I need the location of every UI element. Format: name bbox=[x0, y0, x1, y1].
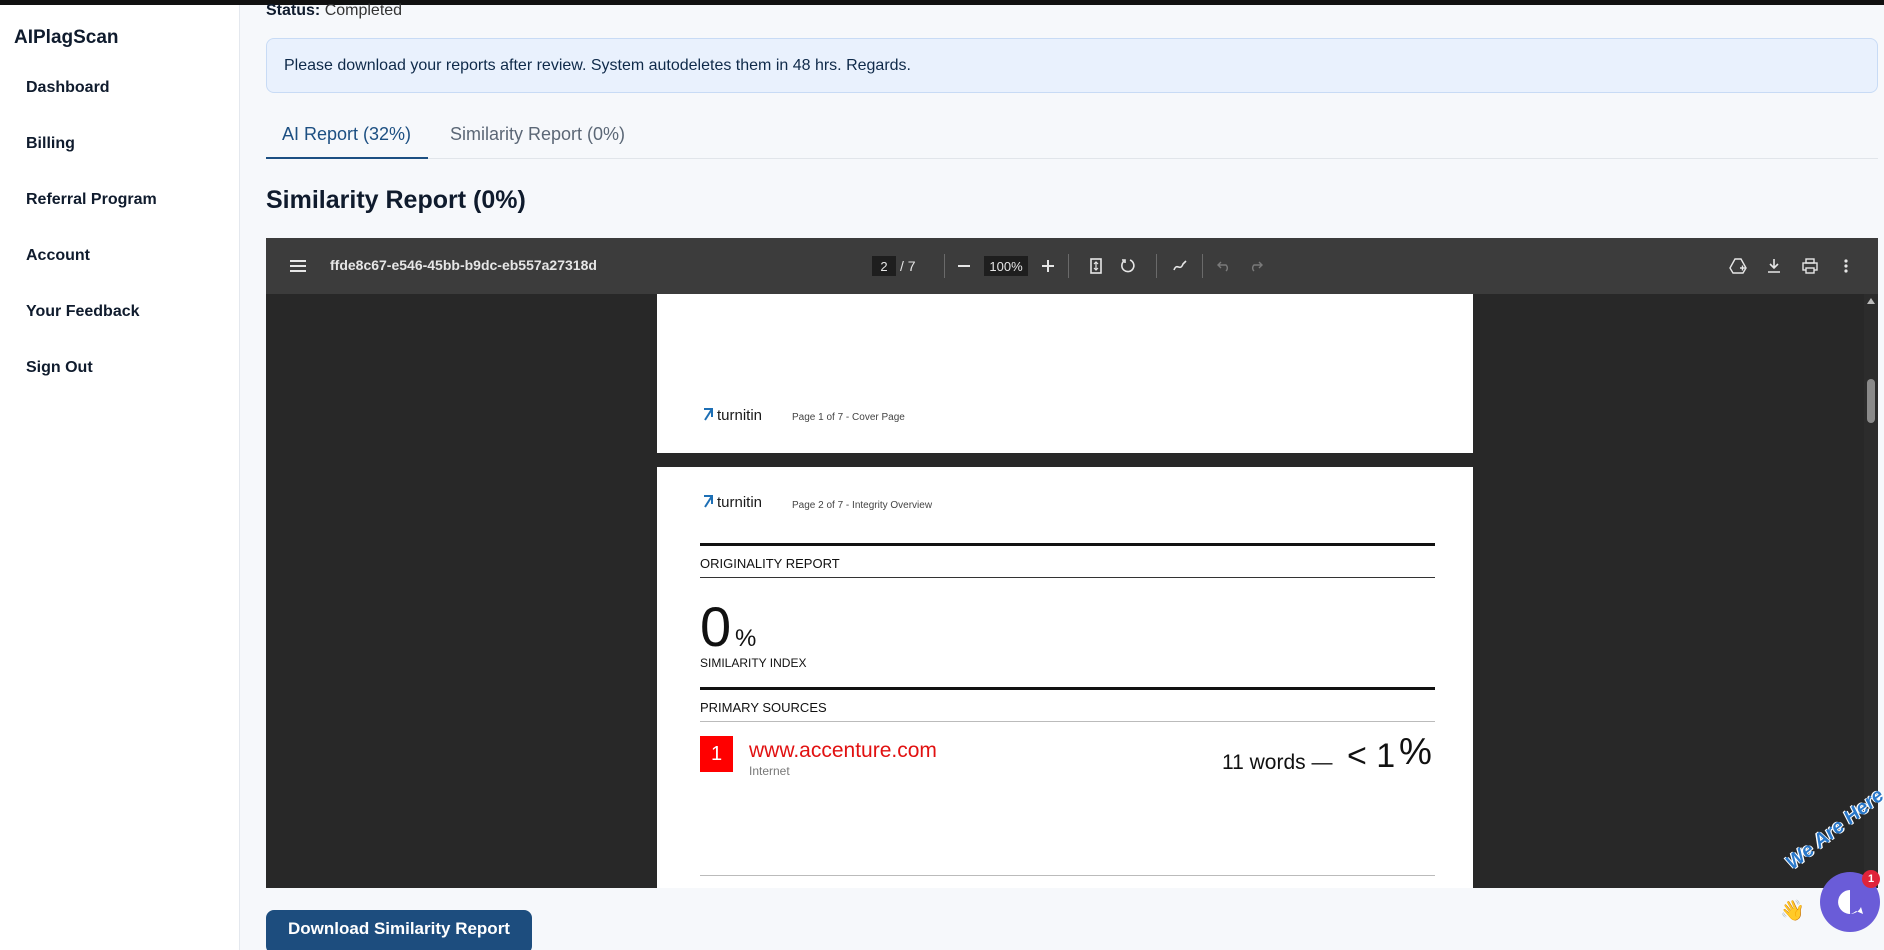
chat-bubble-icon bbox=[1838, 890, 1863, 914]
scroll-up-arrow-icon[interactable] bbox=[1867, 298, 1875, 304]
pdf-page-1: turnitin Page 1 of 7 - Cover Page bbox=[657, 294, 1473, 453]
similarity-index-label: SIMILARITY INDEX bbox=[700, 656, 807, 670]
tab-ai-report[interactable]: AI Report (32%) bbox=[266, 117, 428, 159]
page-caption: Page 2 of 7 - Integrity Overview bbox=[792, 500, 933, 511]
primary-sources-heading: PRIMARY SOURCES bbox=[700, 700, 827, 715]
turnitin-logo: turnitin bbox=[702, 493, 762, 511]
download-similarity-report-button[interactable]: Download Similarity Report bbox=[266, 910, 532, 950]
status-value: Completed bbox=[324, 2, 403, 19]
originality-report-heading: ORIGINALITY REPORT bbox=[700, 556, 840, 571]
annotate-icon[interactable] bbox=[1168, 254, 1192, 278]
waving-hand-icon: 👋 bbox=[1780, 900, 1805, 922]
brand-logo[interactable]: AIPlagScan bbox=[14, 27, 119, 49]
sidebar-item-dashboard[interactable]: Dashboard bbox=[26, 79, 157, 135]
sidebar-item-referral-program[interactable]: Referral Program bbox=[26, 191, 157, 247]
status-label: Status: bbox=[266, 2, 321, 19]
more-vertical-icon[interactable] bbox=[1834, 254, 1858, 278]
sidebar-nav: Dashboard Billing Referral Program Accou… bbox=[26, 79, 157, 415]
similarity-index-percent: % bbox=[735, 625, 757, 652]
sidebar-item-account[interactable]: Account bbox=[26, 247, 157, 303]
undo-icon[interactable] bbox=[1212, 254, 1236, 278]
redo-icon[interactable] bbox=[1244, 254, 1268, 278]
page-number-input[interactable]: 2 bbox=[872, 256, 896, 276]
report-tabs: AI Report (32%) Similarity Report (0%) bbox=[266, 117, 1878, 159]
section-rule bbox=[700, 687, 1435, 690]
section-title: Similarity Report (0%) bbox=[266, 186, 526, 214]
source-percent-value: < 1 bbox=[1347, 737, 1396, 775]
turnitin-mark-icon bbox=[704, 408, 713, 421]
download-icon[interactable] bbox=[1762, 254, 1786, 278]
pdf-page-2: turnitin Page 2 of 7 - Integrity Overvie… bbox=[657, 467, 1473, 888]
sidebar-item-billing[interactable]: Billing bbox=[26, 135, 157, 191]
section-rule bbox=[700, 577, 1435, 578]
section-rule bbox=[700, 543, 1435, 546]
turnitin-mark-icon bbox=[704, 495, 713, 508]
pdf-toolbar: ffde8c67-e546-45bb-b9dc-eb557a27318d 2 /… bbox=[266, 238, 1878, 294]
toolbar-divider bbox=[1202, 254, 1203, 278]
scroll-thumb[interactable] bbox=[1867, 379, 1875, 423]
chat-widget[interactable]: We Are Here 👋 1 bbox=[1780, 784, 1884, 950]
turnitin-logo: turnitin bbox=[702, 406, 762, 424]
source-rank-badge: 1 bbox=[700, 736, 733, 772]
source-link[interactable]: www.accenture.com bbox=[749, 739, 937, 763]
print-icon[interactable] bbox=[1798, 254, 1822, 278]
turnitin-logo-text: turnitin bbox=[717, 493, 763, 511]
pdf-filename: ffde8c67-e546-45bb-b9dc-eb557a27318d bbox=[330, 257, 597, 273]
source-word-count: 11 words — bbox=[1222, 751, 1333, 774]
minus-icon[interactable] bbox=[952, 254, 976, 278]
sidebar-item-sign-out[interactable]: Sign Out bbox=[26, 359, 157, 415]
sidebar: AIPlagScan Dashboard Billing Referral Pr… bbox=[0, 5, 240, 950]
similarity-index-value: 0 bbox=[700, 595, 732, 658]
source-percent-sign: % bbox=[1399, 731, 1432, 772]
toolbar-divider bbox=[1068, 254, 1069, 278]
chat-notification-badge: 1 bbox=[1862, 870, 1880, 888]
page-caption: Page 1 of 7 - Cover Page bbox=[792, 412, 905, 423]
section-rule bbox=[700, 875, 1435, 876]
toolbar-divider bbox=[1156, 254, 1157, 278]
fit-page-icon[interactable] bbox=[1084, 254, 1108, 278]
page-total: / 7 bbox=[900, 258, 916, 274]
zoom-level-input[interactable]: 100% bbox=[984, 256, 1028, 276]
rotate-icon[interactable] bbox=[1116, 254, 1140, 278]
report-status: Status: Completed bbox=[266, 2, 402, 20]
save-to-drive-icon[interactable] bbox=[1726, 254, 1750, 278]
plus-icon[interactable] bbox=[1036, 254, 1060, 278]
autodelete-notice: Please download your reports after revie… bbox=[266, 38, 1878, 93]
source-type: Internet bbox=[749, 764, 790, 778]
section-rule bbox=[700, 721, 1435, 722]
toolbar-divider bbox=[944, 254, 945, 278]
main-content: Status: Completed Please download your r… bbox=[266, 0, 1878, 950]
menu-icon[interactable] bbox=[288, 256, 308, 276]
pdf-viewer[interactable]: ffde8c67-e546-45bb-b9dc-eb557a27318d 2 /… bbox=[266, 238, 1878, 888]
tab-similarity-report[interactable]: Similarity Report (0%) bbox=[434, 117, 641, 159]
sidebar-item-your-feedback[interactable]: Your Feedback bbox=[26, 303, 157, 359]
turnitin-logo-text: turnitin bbox=[717, 406, 763, 424]
